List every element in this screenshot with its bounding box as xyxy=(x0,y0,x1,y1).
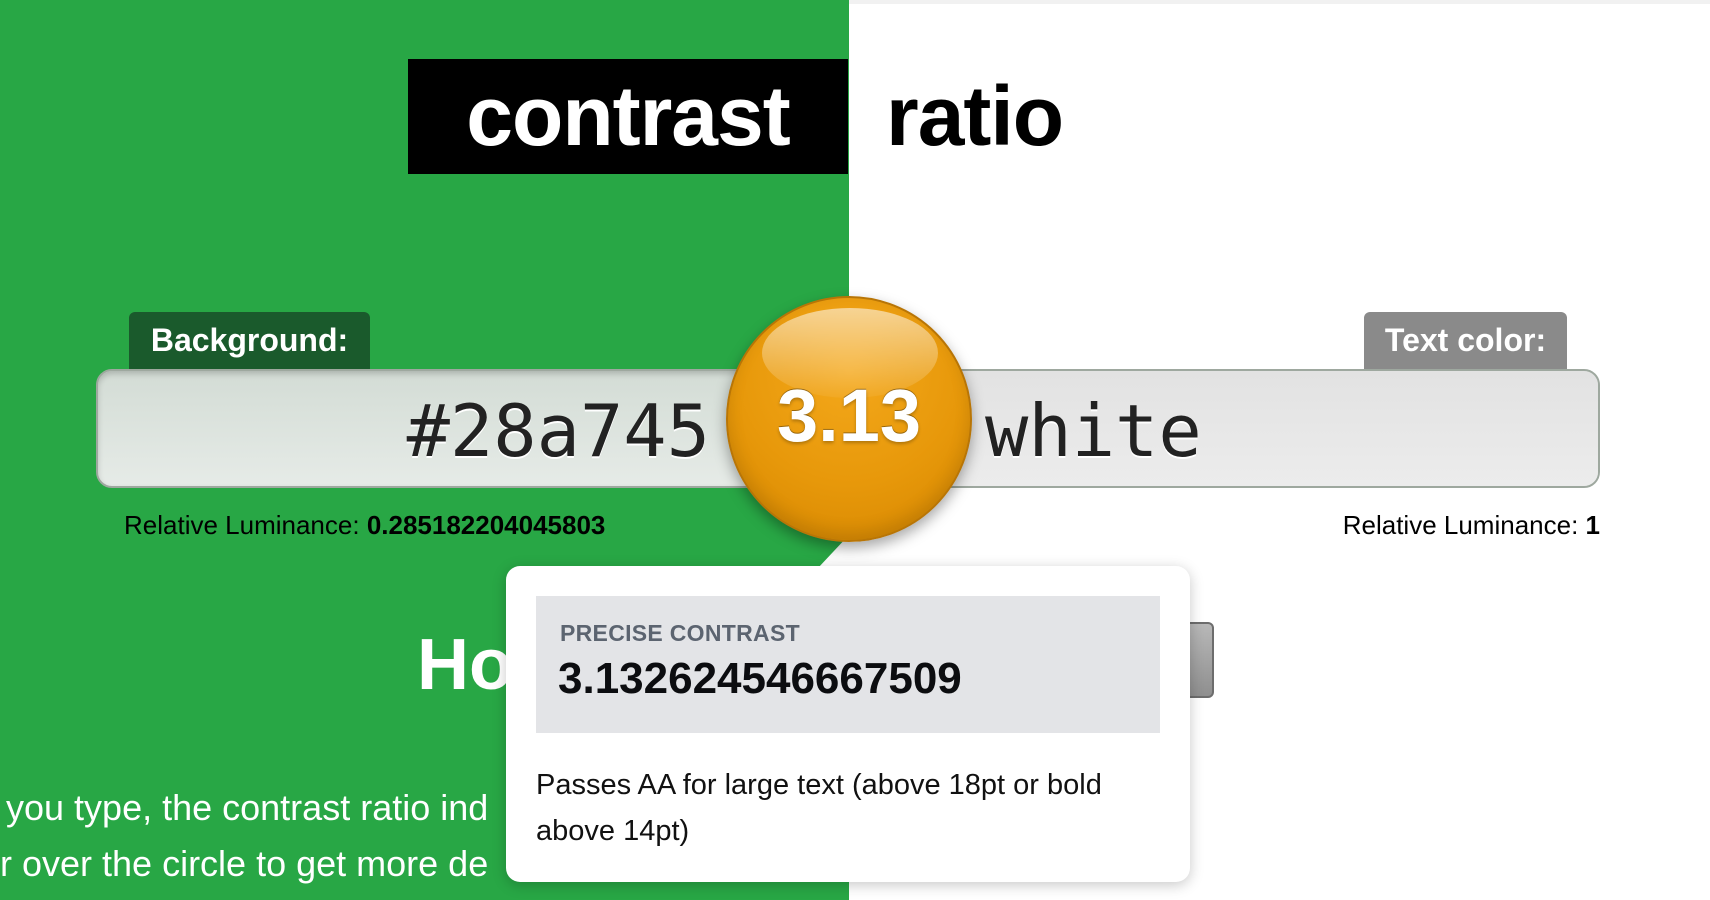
background-luminance: Relative Luminance: 0.285182204045803 xyxy=(124,508,605,542)
title-word-ratio: ratio xyxy=(886,69,1064,163)
text-color-input[interactable]: white xyxy=(985,391,1405,471)
background-luminance-value: 0.285182204045803 xyxy=(366,510,606,540)
title-word-contrast: contrast xyxy=(408,59,848,174)
compliance-note: Passes AA for large text (above 18pt or … xyxy=(536,769,1102,847)
background-luminance-label: Relative Luminance: xyxy=(124,510,360,540)
text-color-luminance: Relative Luminance: 1 xyxy=(1343,508,1600,542)
contrast-ratio-circle[interactable]: 3.13 xyxy=(726,296,972,542)
precise-contrast-label: PRECISE CONTRAST xyxy=(560,620,800,646)
instructions-line-1: you type, the contrast ratio ind xyxy=(6,787,489,828)
contrast-tooltip: PRECISE CONTRAST 3.132624546667509 Passe… xyxy=(506,566,1190,882)
text-color-luminance-label: Relative Luminance: xyxy=(1342,510,1579,540)
instructions-line-2: r over the circle to get more de xyxy=(0,843,489,884)
background-label: Background: xyxy=(129,312,370,370)
page: contrast ratio Background: Text color: #… xyxy=(0,0,1710,900)
precise-contrast-value: 3.132624546667509 xyxy=(558,654,962,703)
background-color-input[interactable]: #28a745 xyxy=(300,391,710,471)
section-heading: Ho xyxy=(417,625,513,705)
contrast-ratio-value: 3.13 xyxy=(776,374,922,457)
text-color-label: Text color: xyxy=(1364,312,1567,370)
precise-contrast-box: PRECISE CONTRAST 3.132624546667509 xyxy=(536,596,1160,733)
text-color-luminance-value: 1 xyxy=(1585,510,1600,540)
